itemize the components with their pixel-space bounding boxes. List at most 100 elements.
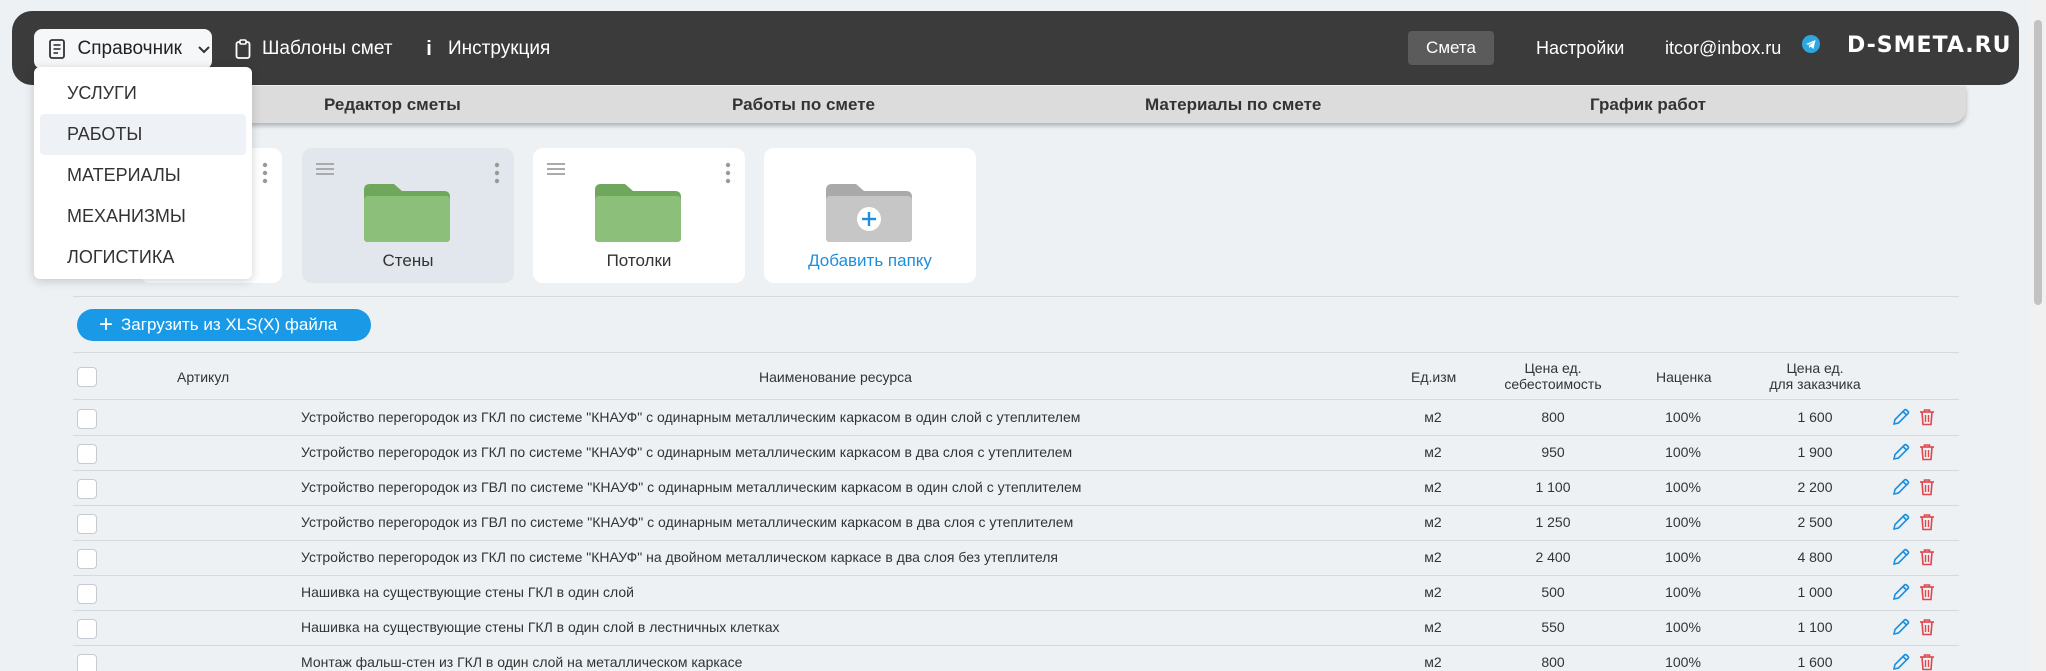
edit-icon[interactable] [1891, 652, 1911, 671]
row-cost: 500 [1541, 584, 1565, 600]
tab-works[interactable]: Работы по смете [732, 95, 875, 115]
row-checkbox[interactable] [77, 479, 97, 499]
folder-icon [364, 184, 450, 242]
row-markup: 100% [1665, 654, 1701, 670]
settings-nav-link[interactable]: Настройки [1536, 31, 1624, 65]
menu-item-services[interactable]: УСЛУГИ [40, 73, 246, 114]
tab-editor[interactable]: Редактор сметы [324, 95, 461, 115]
table-row[interactable]: Нашивка на существующие стены ГКЛ в один… [73, 611, 1959, 646]
header-price-line1: Цена ед. [1786, 360, 1844, 376]
trash-icon[interactable] [1917, 407, 1937, 427]
site-logo[interactable]: D-SMETA.RU [1847, 33, 2011, 58]
edit-icon[interactable] [1891, 547, 1911, 567]
more-vertical-icon[interactable] [262, 162, 268, 184]
select-all-checkbox[interactable] [77, 367, 97, 387]
folder-card-ceilings[interactable]: Потолки [533, 148, 745, 283]
row-checkbox[interactable] [77, 409, 97, 429]
header-cost-line2: себестоимость [1504, 376, 1602, 392]
row-checkbox[interactable] [77, 654, 97, 671]
edit-icon[interactable] [1891, 442, 1911, 462]
book-icon [48, 39, 68, 59]
row-unit: м2 [1424, 444, 1442, 460]
trash-icon[interactable] [1917, 582, 1937, 602]
row-price: 1 000 [1797, 584, 1833, 600]
header-markup: Наценка [1656, 369, 1712, 385]
table-row[interactable]: Устройство перегородок из ГКЛ по системе… [73, 541, 1959, 576]
header-name: Наименование ресурса [759, 369, 912, 385]
tab-schedule[interactable]: График работ [1590, 95, 1706, 115]
header-article: Артикул [177, 369, 230, 385]
edit-icon[interactable] [1891, 512, 1911, 532]
trash-icon[interactable] [1917, 547, 1937, 567]
trash-icon[interactable] [1917, 512, 1937, 532]
edit-icon[interactable] [1891, 617, 1911, 637]
header-price: Цена ед. для заказчика [1753, 360, 1877, 392]
menu-item-logistics[interactable]: ЛОГИСТИКА [40, 237, 246, 278]
table-row[interactable]: Устройство перегородок из ГВЛ по системе… [73, 506, 1959, 541]
row-checkbox[interactable] [77, 444, 97, 464]
trash-icon[interactable] [1917, 617, 1937, 637]
row-name: Устройство перегородок из ГКЛ по системе… [301, 549, 1058, 565]
plus-icon: + [99, 311, 114, 338]
user-email-link[interactable]: itcor@inbox.ru [1665, 31, 1781, 65]
instruction-link[interactable]: i Инструкция [420, 29, 550, 69]
section-divider [73, 296, 1959, 297]
info-icon: i [426, 37, 432, 60]
upload-xls-button[interactable]: + Загрузить из XLS(X) файла [77, 309, 371, 341]
add-folder-card[interactable]: Добавить папку [764, 148, 976, 283]
edit-icon[interactable] [1891, 582, 1911, 602]
row-price: 1 100 [1797, 619, 1833, 635]
folder-card-walls[interactable]: Стены [302, 148, 514, 283]
header-cost-line1: Цена ед. [1524, 360, 1582, 376]
row-price: 4 800 [1797, 549, 1833, 565]
templates-link[interactable]: Шаблоны смет [234, 29, 393, 69]
smeta-nav-button[interactable]: Смета [1408, 31, 1494, 65]
row-price: 1 600 [1797, 654, 1833, 670]
drag-handle-icon[interactable] [316, 162, 334, 176]
row-cost: 1 100 [1535, 479, 1571, 495]
row-checkbox[interactable] [77, 619, 97, 639]
row-cost: 2 400 [1535, 549, 1571, 565]
row-cost: 800 [1541, 409, 1565, 425]
more-vertical-icon[interactable] [494, 162, 500, 184]
header-unit: Ед.изм [1411, 369, 1457, 385]
row-cost: 550 [1541, 619, 1565, 635]
trash-icon[interactable] [1917, 652, 1937, 671]
row-name: Монтаж фальш-стен из ГКЛ в один слой на … [301, 654, 743, 670]
add-folder-label: Добавить папку [808, 251, 932, 270]
menu-item-materials[interactable]: МАТЕРИАЛЫ [40, 155, 246, 196]
drag-handle-icon[interactable] [547, 162, 565, 176]
row-unit: м2 [1424, 409, 1442, 425]
row-checkbox[interactable] [77, 514, 97, 534]
tab-materials[interactable]: Материалы по смете [1145, 95, 1321, 115]
telegram-icon[interactable] [1801, 34, 1821, 54]
row-price: 2 500 [1797, 514, 1833, 530]
edit-icon[interactable] [1891, 477, 1911, 497]
menu-item-works[interactable]: РАБОТЫ [40, 114, 246, 155]
table-row[interactable]: Устройство перегородок из ГКЛ по системе… [73, 436, 1959, 471]
table-row[interactable]: Нашивка на существующие стены ГКЛ в один… [73, 576, 1959, 611]
add-folder-icon [826, 184, 912, 242]
menu-item-mechanisms[interactable]: МЕХАНИЗМЫ [40, 196, 246, 237]
clipboard-icon [234, 38, 252, 60]
more-vertical-icon[interactable] [725, 162, 731, 184]
edit-icon[interactable] [1891, 407, 1911, 427]
scrollbar-thumb[interactable] [2034, 20, 2042, 305]
row-unit: м2 [1424, 619, 1442, 635]
table-row[interactable]: Устройство перегородок из ГВЛ по системе… [73, 471, 1959, 506]
row-checkbox[interactable] [77, 584, 97, 604]
table-row[interactable]: Монтаж фальш-стен из ГКЛ в один слой на … [73, 646, 1959, 671]
trash-icon[interactable] [1917, 477, 1937, 497]
table-row[interactable]: Устройство перегородок из ГКЛ по системе… [73, 401, 1959, 436]
reference-dropdown-button[interactable]: Справочник [34, 29, 212, 69]
row-markup: 100% [1665, 549, 1701, 565]
row-unit: м2 [1424, 549, 1442, 565]
upload-xls-label: Загрузить из XLS(X) файла [121, 315, 338, 334]
row-checkbox[interactable] [77, 549, 97, 569]
folder-label: Потолки [606, 251, 672, 270]
trash-icon[interactable] [1917, 442, 1937, 462]
row-name: Устройство перегородок из ГКЛ по системе… [301, 444, 1073, 460]
templates-label: Шаблоны смет [262, 38, 393, 59]
row-unit: м2 [1424, 584, 1442, 600]
header-price-line2: для заказчика [1769, 376, 1861, 392]
